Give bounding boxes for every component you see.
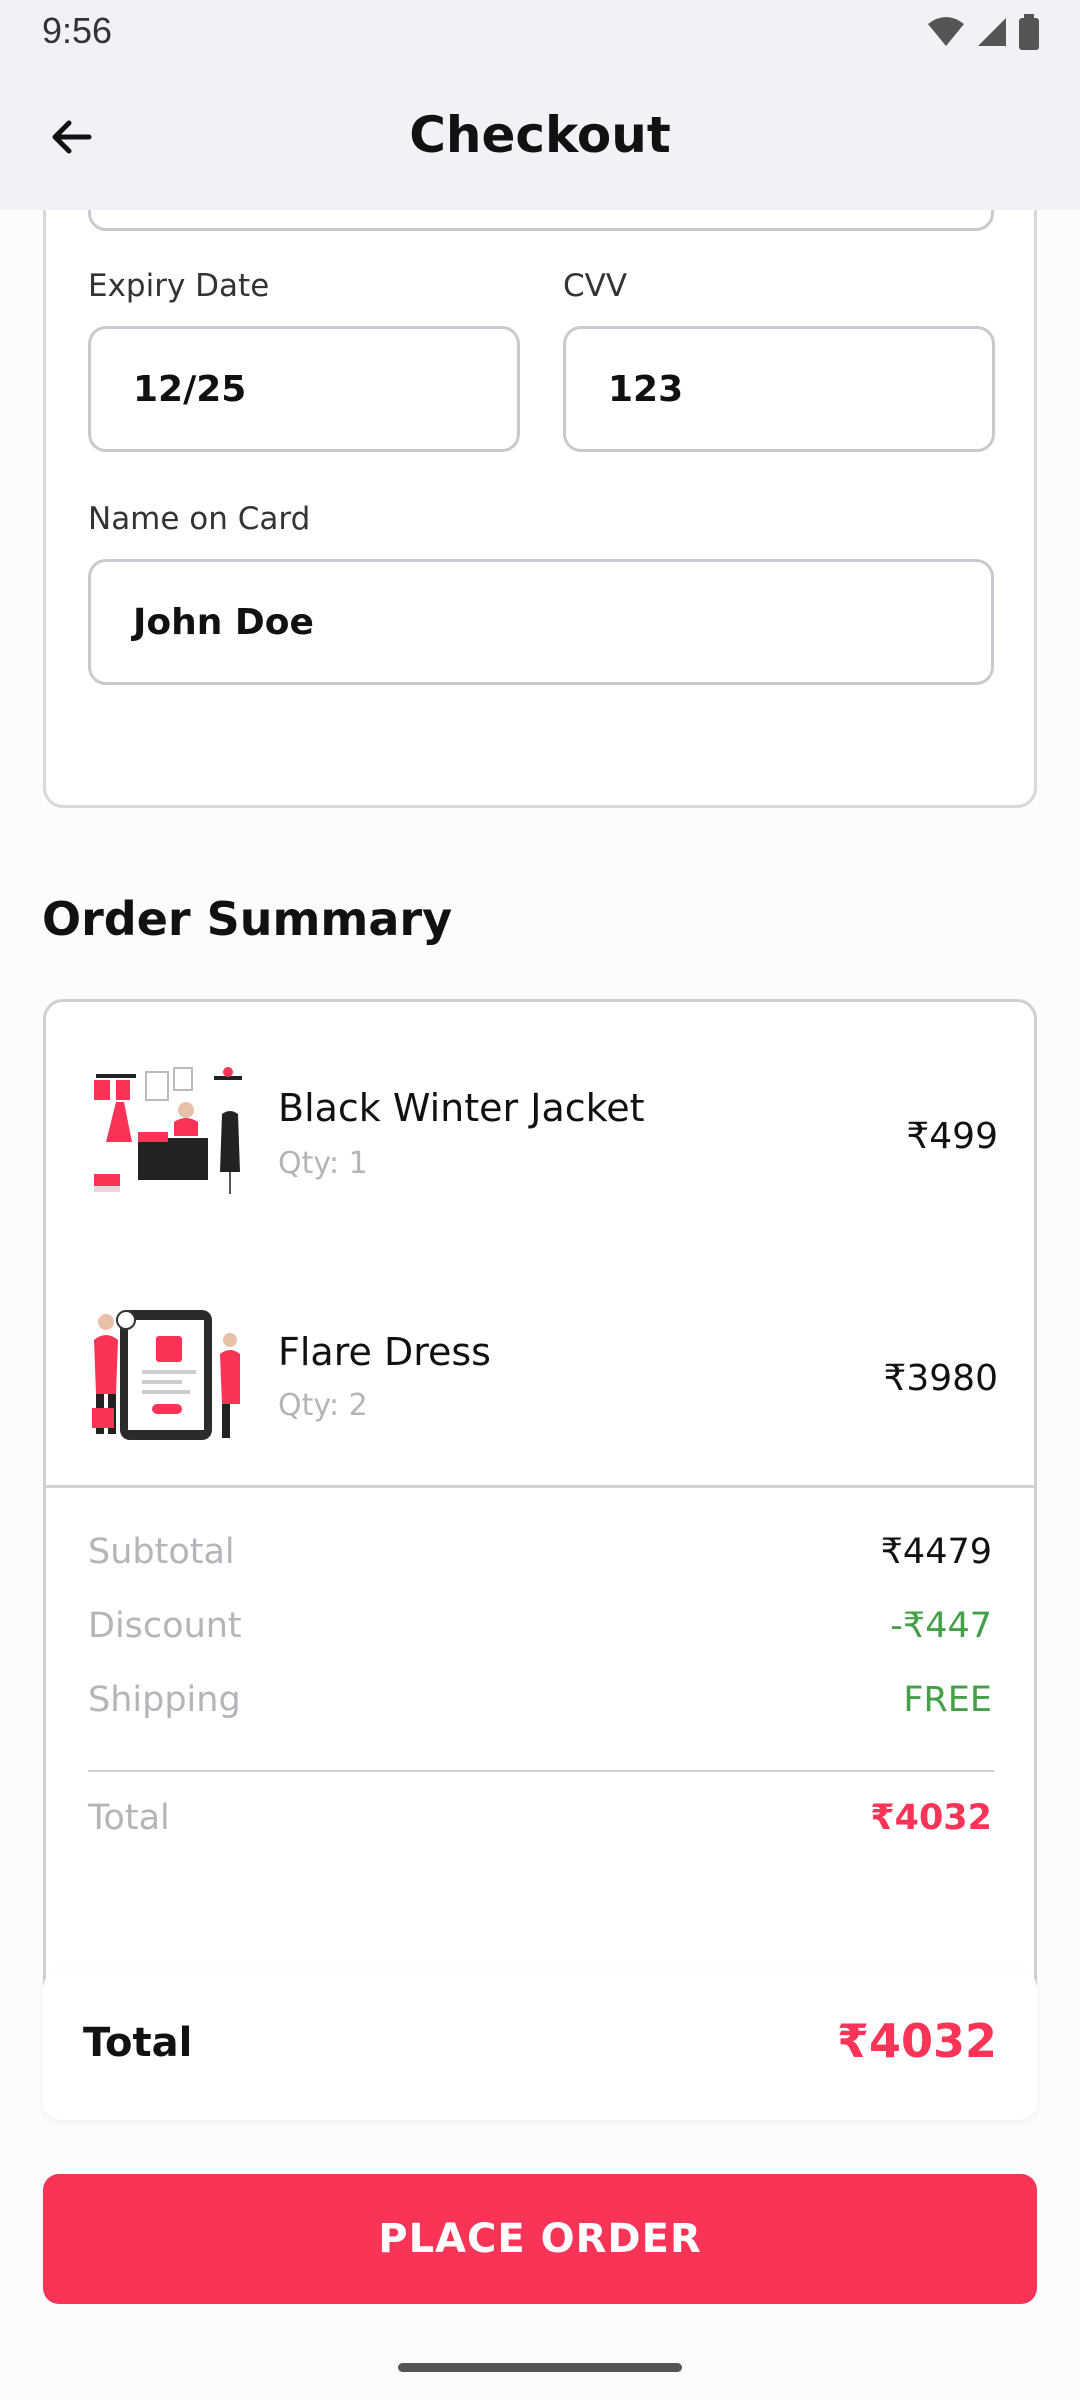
- wifi-icon: [928, 17, 964, 46]
- status-icons: [926, 14, 1040, 50]
- subtotal-value: ₹4479: [880, 1532, 992, 1572]
- expiry-date-field[interactable]: 12/25: [88, 326, 520, 452]
- shipping-label: Shipping: [88, 1680, 241, 1720]
- order-summary-title: Order Summary: [42, 892, 453, 946]
- place-order-button[interactable]: PLACE ORDER: [43, 2174, 1037, 2304]
- total-amount: ₹4032: [836, 2014, 997, 2068]
- summary-total-value: ₹4032: [870, 1798, 992, 1838]
- cellular-signal-icon: [978, 18, 1006, 46]
- clothing-store-illustration-icon: [94, 1067, 242, 1194]
- item-price: ₹499: [906, 1116, 998, 1157]
- page-title: Checkout: [409, 106, 671, 164]
- name-on-card-field[interactable]: John Doe: [88, 559, 994, 685]
- payment-details-card: 1234 5678 9012 3456 Expiry Date CVV 12/2…: [43, 130, 1037, 808]
- name-on-card-label: Name on Card: [88, 501, 311, 537]
- expiry-date-label: Expiry Date: [88, 268, 270, 304]
- home-indicator[interactable]: [398, 2363, 682, 2372]
- order-summary-card: Black Winter Jacket Qty: 1 ₹499 Flare Dr…: [43, 999, 1037, 2099]
- order-item[interactable]: Flare Dress Qty: 2 ₹3980: [46, 1284, 1040, 1484]
- shipping-value: FREE: [903, 1680, 992, 1720]
- total-label: Total: [83, 2020, 193, 2066]
- battery-icon: [1019, 14, 1039, 50]
- checkout-screen: 9:56 Checkout 1234 5678 9012 3456: [0, 0, 1080, 2400]
- top-app-bar: Checkout: [0, 62, 1080, 210]
- cvv-field[interactable]: 123: [563, 326, 995, 452]
- order-item[interactable]: Black Winter Jacket Qty: 1 ₹499: [46, 1042, 1040, 1242]
- item-name: Black Winter Jacket: [278, 1086, 645, 1130]
- divider: [46, 1485, 1034, 1488]
- divider: [88, 1770, 994, 1772]
- mobile-shopping-illustration-icon: [92, 1310, 240, 1440]
- item-price: ₹3980: [883, 1358, 998, 1399]
- subtotal-label: Subtotal: [88, 1532, 235, 1572]
- discount-label: Discount: [88, 1606, 242, 1646]
- scroll-content[interactable]: 1234 5678 9012 3456 Expiry Date CVV 12/2…: [0, 130, 1080, 2099]
- discount-value: -₹447: [890, 1606, 992, 1646]
- status-bar: 9:56: [0, 0, 1080, 62]
- item-qty: Qty: 1: [278, 1146, 368, 1181]
- item-qty: Qty: 2: [278, 1388, 368, 1423]
- item-name: Flare Dress: [278, 1330, 491, 1374]
- summary-total-label: Total: [88, 1798, 170, 1838]
- total-bar: Total ₹4032: [43, 1970, 1037, 2120]
- status-time: 9:56: [42, 10, 113, 51]
- cvv-label: CVV: [563, 268, 628, 304]
